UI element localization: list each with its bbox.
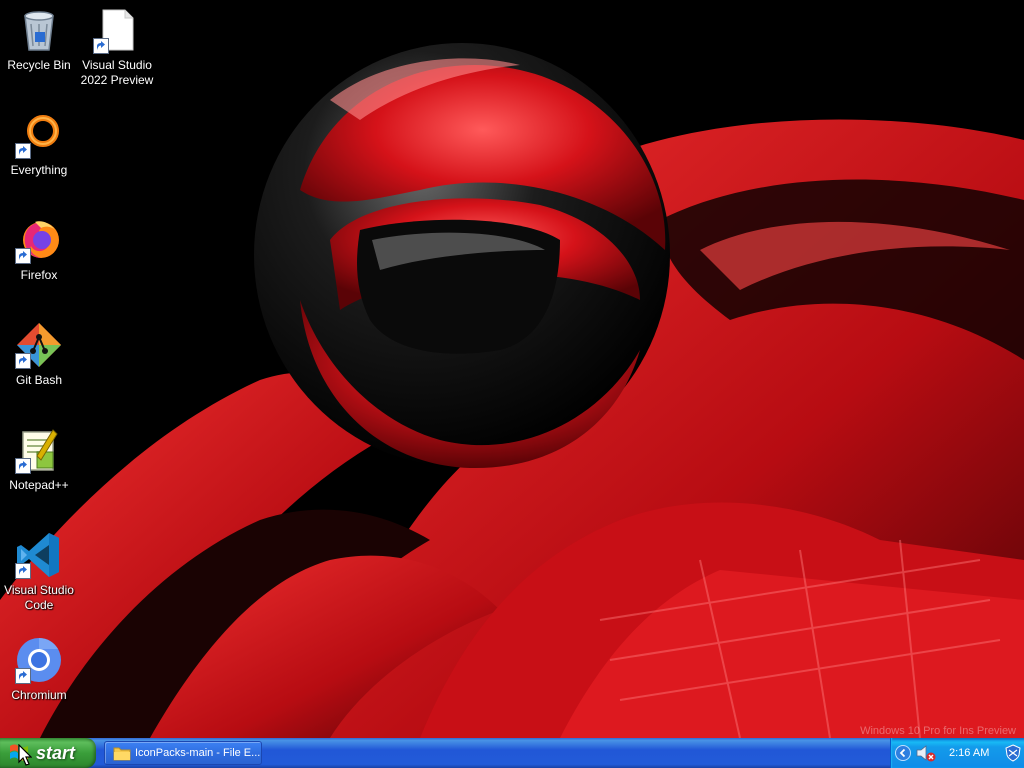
desktop-icon-label: Firefox <box>20 268 58 282</box>
start-label: start <box>36 742 76 763</box>
shortcut-arrow-icon <box>15 143 31 159</box>
folder-icon <box>113 747 131 761</box>
start-button[interactable]: start <box>0 738 96 768</box>
desktop-icon-label: Notepad++ <box>9 478 69 492</box>
recycle-bin-icon <box>24 11 54 51</box>
shortcut-arrow-icon <box>93 38 109 54</box>
taskbar-button-file-explorer[interactable]: IconPacks-main - File E... <box>104 741 262 765</box>
desktop-icon-label: Chromium <box>11 688 67 702</box>
desktop-icon-everything[interactable]: Everything <box>0 111 79 178</box>
desktop-icon-recycle-bin[interactable]: Recycle Bin <box>0 6 79 73</box>
shortcut-arrow-icon <box>15 458 31 474</box>
desktop-icon-label: Visual Studio Code <box>4 583 74 612</box>
desktop-icon-label: Git Bash <box>15 373 63 387</box>
shortcut-arrow-icon <box>15 248 31 264</box>
desktop-icon-visual-studio-2022-preview[interactable]: Visual Studio 2022 Preview <box>77 6 157 88</box>
volume-muted-icon[interactable] <box>915 744 937 762</box>
show-hidden-icons-chevron-icon[interactable] <box>895 745 911 761</box>
desktop-icon-label: Everything <box>10 163 68 177</box>
system-tray: 2:16 AM <box>890 738 1024 768</box>
desktop-icon-visual-studio-code[interactable]: Visual Studio Code <box>0 531 79 613</box>
desktop-icon-chromium[interactable]: Chromium <box>0 636 79 703</box>
security-shield-icon[interactable] <box>1005 744 1021 762</box>
watermark-text: Windows 10 Pro for Ins Preview <box>860 725 1016 737</box>
shortcut-arrow-icon <box>15 668 31 684</box>
shortcut-arrow-icon <box>15 353 31 369</box>
taskbar-button-label: IconPacks-main - File E... <box>135 747 261 759</box>
desktop-icon-notepad-plus-plus[interactable]: Notepad++ <box>0 426 79 493</box>
desktop[interactable]: Windows 10 Pro for Ins Preview Recycle B… <box>0 0 1024 738</box>
desktop-icon-firefox[interactable]: Firefox <box>0 216 79 283</box>
mouse-pointer-icon <box>18 744 32 766</box>
taskbar: start IconPacks-main - File E... 2:16 AM <box>0 738 1024 768</box>
desktop-icon-label: Visual Studio 2022 Preview <box>80 58 154 87</box>
desktop-icon-git-bash[interactable]: Git Bash <box>0 321 79 388</box>
desktop-icons: Recycle Bin Visual Studio 2022 Preview E… <box>0 0 170 738</box>
shortcut-arrow-icon <box>15 563 31 579</box>
taskbar-clock[interactable]: 2:16 AM <box>949 747 989 759</box>
desktop-icon-label: Recycle Bin <box>7 58 71 72</box>
